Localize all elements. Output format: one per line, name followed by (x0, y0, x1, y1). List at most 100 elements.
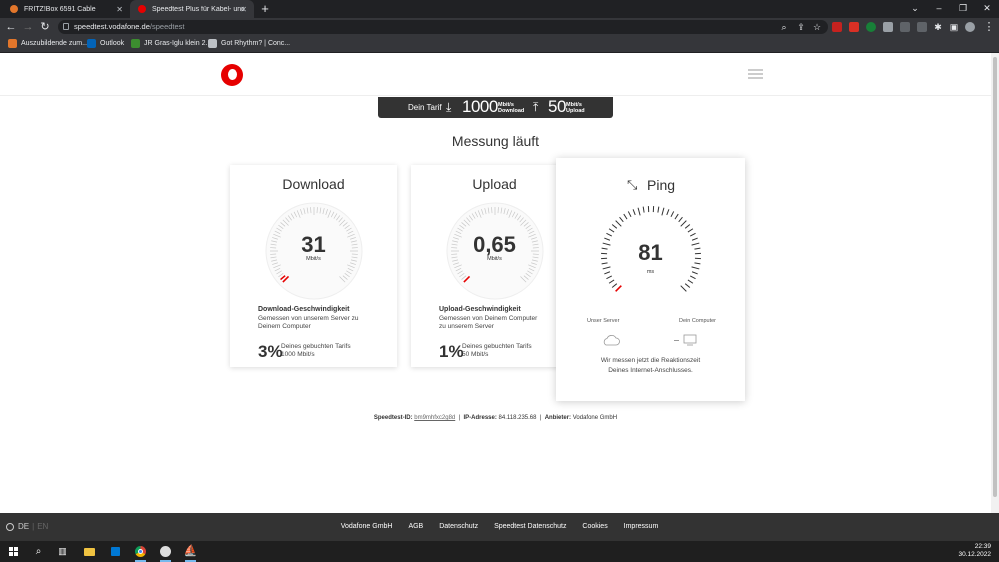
bookmark-item[interactable]: JR Gras-Iglu klein 2... (131, 39, 211, 48)
reload-icon[interactable]: ↻ (38, 18, 52, 36)
ping-card: ⤡ Ping 81 ms Unser Server Dein Computer … (556, 158, 745, 401)
upload-arrow-icon: ⤒ (533, 100, 539, 114)
gauge-tick (627, 211, 632, 218)
download-percent-text: Deines gebuchten Tarifs 1000 Mbit/s (281, 343, 351, 358)
upload-title: Upload (472, 176, 517, 192)
zoom-search-icon[interactable]: ⌕ (777, 18, 791, 36)
gauge-tick (632, 209, 636, 216)
ping-arrows-icon: ⤡ (627, 177, 638, 192)
extension-icon[interactable] (883, 22, 893, 32)
extension-grammarly-icon[interactable] (866, 22, 876, 32)
bookmark-star-icon[interactable]: ☆ (810, 18, 824, 36)
restore-button[interactable]: ❐ (951, 0, 975, 18)
footer-link-agb[interactable]: AGB (408, 523, 423, 530)
gauge-tick (689, 275, 696, 280)
tarif-download-unit: Mbit/s Download (498, 102, 525, 114)
gauge-tick (615, 220, 622, 227)
close-tab-icon[interactable]: ✕ (116, 5, 123, 14)
footer-link-datenschutz[interactable]: Datenschutz (439, 523, 478, 530)
tarif-label: Dein Tarif (408, 103, 442, 112)
tab-search-icon[interactable]: ⌄ (903, 0, 927, 18)
menu-dots-icon[interactable]: ⋮ (982, 18, 996, 36)
bookmark-item[interactable]: Auszubildende zum... (8, 39, 88, 48)
extension-icon[interactable] (917, 22, 927, 32)
footer-link-speedtest-datenschutz[interactable]: Speedtest Datenschutz (494, 523, 566, 530)
download-desc-text: Gemessen von unserem Server zu Deinem Co… (258, 315, 359, 330)
vodafone-favicon-icon (138, 5, 146, 13)
vodafone-logo-icon[interactable] (221, 64, 243, 86)
provider-name: Vodafone GmbH (572, 415, 618, 421)
gauge-tick (678, 216, 683, 223)
steam-icon[interactable]: ⛵ (183, 544, 198, 562)
download-title: Download (282, 176, 345, 192)
gauge-tick (684, 283, 691, 288)
ping-title: Ping (647, 177, 676, 193)
tab-fritzbox[interactable]: FRITZ!Box 6591 Cable ✕ (2, 0, 130, 18)
bookmarks-bar: Auszubildende zum... Outlook JR Gras-Igl… (0, 36, 999, 53)
footer-link-cookies[interactable]: Cookies (582, 523, 607, 530)
site-footer: DE | EN Vodafone GmbH AGB Datenschutz Sp… (0, 513, 999, 541)
store-icon[interactable] (108, 544, 123, 559)
tarif-upload-value: 50 (548, 97, 566, 116)
page-scrollbar[interactable] (991, 53, 999, 513)
gauge-tick (680, 285, 687, 292)
gauge-tick (608, 228, 615, 233)
footer-links: Vodafone GmbH AGB Datenschutz Speedtest … (0, 523, 999, 530)
download-percent: 3% (258, 342, 283, 361)
side-panel-icon[interactable]: ▣ (947, 18, 961, 36)
back-arrow-icon[interactable]: ← (4, 18, 18, 36)
task-view-icon[interactable]: ▥ (55, 544, 70, 559)
measurement-status: Messung läuft (451, 133, 540, 149)
tab-title: FRITZ!Box 6591 Cable (24, 5, 96, 13)
scrollbar-thumb[interactable] (993, 57, 997, 497)
speedtest-id-link[interactable]: bm9mhfxc2g8d (414, 415, 455, 421)
tarif-download-value: 1000 (462, 97, 498, 116)
gauge-active-tick (615, 285, 622, 292)
footer-link-impressum[interactable]: Impressum (624, 523, 659, 530)
download-unit: Mbit/s (306, 256, 321, 262)
close-tab-icon[interactable]: ✕ (240, 5, 247, 14)
ping-unit: ms (646, 269, 655, 275)
download-value: 31 (301, 232, 326, 257)
new-tab-button[interactable]: + (258, 1, 272, 17)
search-icon[interactable]: ⌕ (31, 544, 46, 559)
ping-description: Wir messen jetzt die Reaktionszeit Deines… (600, 357, 701, 374)
hamburger-menu-icon[interactable] (748, 69, 763, 79)
profile-avatar[interactable] (965, 22, 975, 32)
footer-link-vodafone[interactable]: Vodafone GmbH (341, 523, 393, 530)
extensions-puzzle-icon[interactable]: ✱ (931, 18, 945, 36)
gauge-tick (674, 213, 679, 220)
gauge-tick (611, 224, 618, 229)
system-clock[interactable]: 22:39 30.12.2022 (958, 543, 991, 559)
gauge-tick (611, 283, 618, 288)
share-icon[interactable]: ⇪ (794, 18, 808, 36)
windows-start-icon[interactable] (6, 544, 21, 559)
forward-arrow-icon[interactable]: → (21, 18, 35, 36)
gauge-tick (623, 213, 628, 220)
bookmark-favicon-icon (208, 39, 217, 48)
extension-icon[interactable] (900, 22, 910, 32)
bookmark-item[interactable]: Got Rhythm? | Conc... (208, 39, 290, 48)
extension-icon[interactable] (849, 22, 859, 32)
bookmark-item[interactable]: Outlook (87, 39, 124, 48)
upload-percent-text: Deines gebuchten Tarifs 50 Mbit/s (462, 343, 532, 358)
gauge-tick (687, 228, 694, 233)
computer-label: Dein Computer (679, 318, 716, 324)
close-window-button[interactable]: ✕ (975, 0, 999, 18)
gauge-tick (606, 232, 613, 237)
tab-speedtest[interactable]: Speedtest Plus für Kabel- und DS ✕ (130, 0, 254, 18)
gauge-tick (661, 207, 665, 216)
address-bar[interactable]: speedtest.vodafone.de/speedtest (58, 20, 828, 34)
minimize-button[interactable]: – (927, 0, 951, 18)
app-icon[interactable] (158, 544, 173, 562)
extension-abp-icon[interactable] (832, 22, 842, 32)
chrome-icon[interactable] (133, 544, 148, 562)
tarif-banner: Dein Tarif ⤓ 1000 Mbit/s Download ⤒ 50 Mb… (378, 97, 613, 118)
gauge-tick (670, 211, 675, 218)
gauge-tick (687, 279, 694, 284)
server-label: Unser Server (587, 318, 620, 324)
tarif-upload-unit: Mbit/s Upload (566, 102, 585, 114)
file-explorer-icon[interactable] (82, 544, 97, 559)
upload-desc-title: Upload-Geschwindigkeit (439, 306, 521, 313)
url-text: speedtest.vodafone.de/speedtest (74, 22, 185, 31)
